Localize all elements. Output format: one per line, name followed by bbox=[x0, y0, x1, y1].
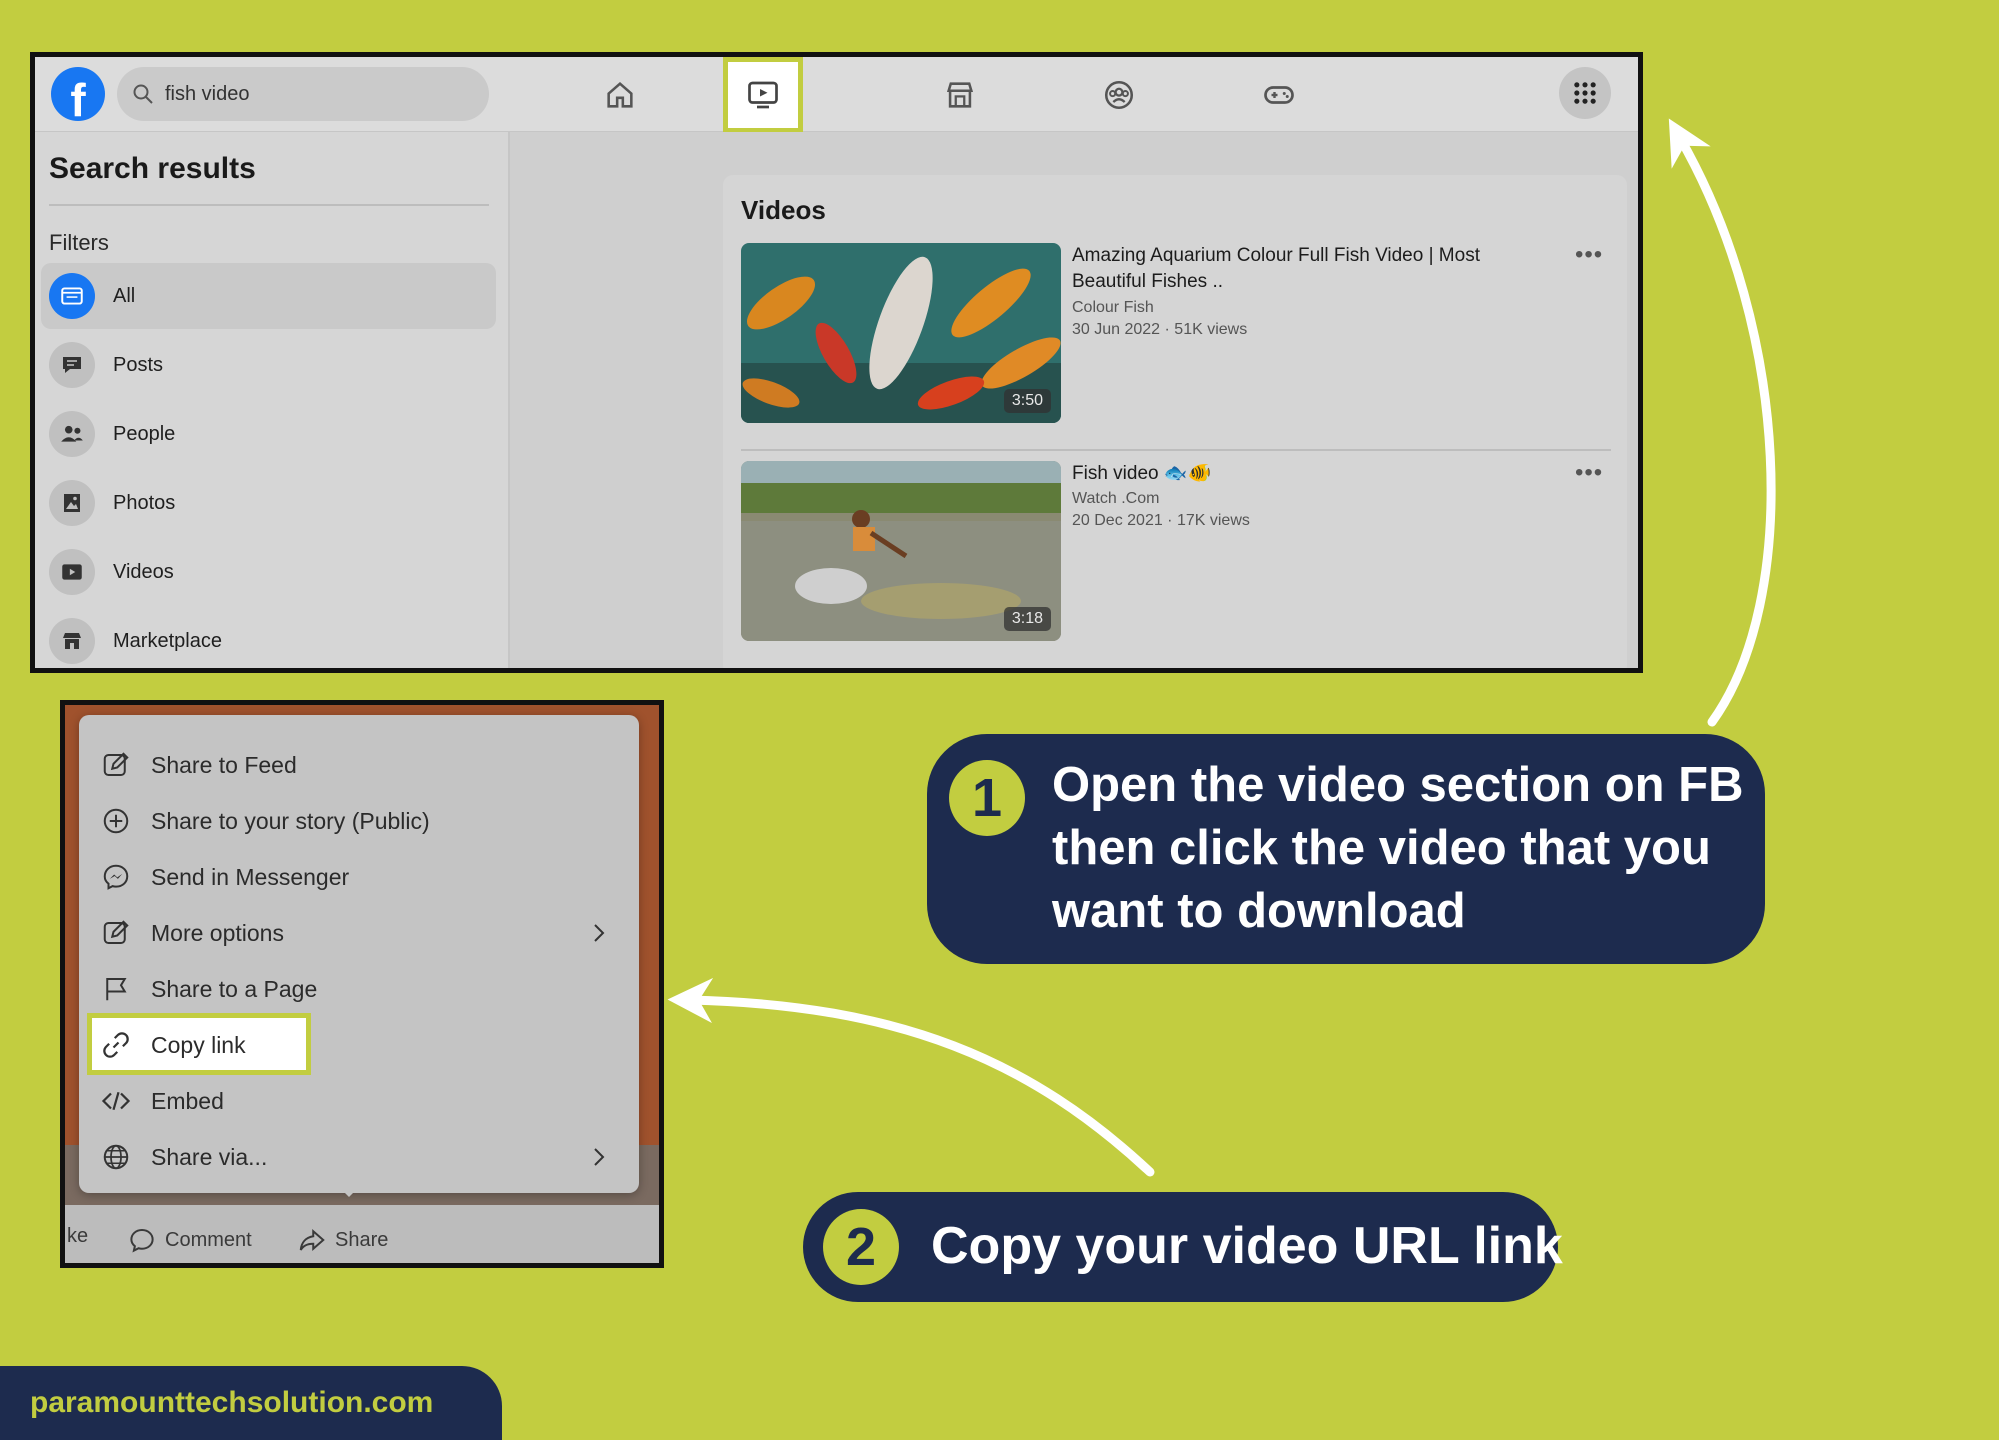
arrow-to-watch-tab bbox=[1668, 118, 1776, 727]
step-2-number: 2 bbox=[823, 1209, 899, 1285]
step-2-callout: 2 Copy your video URL link bbox=[803, 1192, 1563, 1302]
step-1-callout: 1 Open the video section on FB then clic… bbox=[927, 734, 1765, 964]
step-1-number: 1 bbox=[949, 760, 1025, 836]
site-url: paramounttechsolution.com bbox=[30, 1386, 434, 1419]
site-banner: paramounttechsolution.com bbox=[0, 1366, 502, 1440]
step-1-text: Open the video section on FB then click … bbox=[1052, 758, 1744, 938]
arrow-to-copy-link bbox=[667, 978, 1155, 1177]
step-2-text: Copy your video URL link bbox=[931, 1217, 1563, 1275]
